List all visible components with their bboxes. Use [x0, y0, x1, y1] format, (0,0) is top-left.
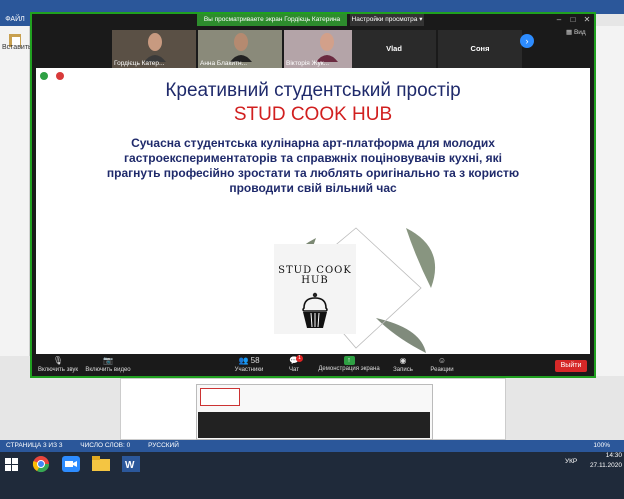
view-toggle-label: Вид — [573, 29, 586, 36]
chrome-icon[interactable] — [32, 455, 50, 473]
paste-button-label[interactable]: Вставить — [2, 44, 32, 51]
share-label: Демонстрация экрана — [318, 366, 380, 372]
zoom-meeting-window: Вы просматриваете экран Гордієць Катерин… — [30, 12, 596, 378]
windows-start-icon[interactable] — [5, 458, 19, 472]
reactions-label: Реакции — [430, 367, 454, 373]
status-words[interactable]: ЧИСЛО СЛОВ: 0 — [80, 442, 130, 449]
smiley-icon: ☺ — [437, 356, 447, 365]
chat-badge: 1 — [296, 355, 303, 362]
participant-name: Вікторія Жук... — [286, 60, 330, 67]
embedded-slide-thumbnail — [200, 388, 240, 406]
share-screen-button[interactable]: ↑ Демонстрация экрана — [316, 356, 382, 372]
participants-icon: 👥 — [238, 356, 249, 365]
meeting-toolbar: 🎙 Включить звук 📷 Включить видео 👥 58 Участ… — [32, 354, 594, 376]
embedded-zoom-toolbar — [198, 412, 430, 438]
word-ribbon-right — [596, 26, 624, 376]
svg-text:W: W — [125, 460, 135, 471]
minimize-icon[interactable]: – — [552, 14, 566, 26]
participants-button[interactable]: 👥 58 Участники — [228, 356, 270, 373]
chevron-right-icon[interactable]: › — [520, 34, 534, 48]
reactions-button[interactable]: ☺ Реакции — [428, 356, 456, 373]
word-status-bar: СТРАНИЦА 3 ИЗ 3 ЧИСЛО СЛОВ: 0 РУССКИЙ 10… — [0, 440, 624, 452]
participant-thumbnails: Гордієць Катер... Анна Блакитн... Віктор… — [32, 26, 594, 68]
logo-line-2: HUB — [301, 275, 329, 286]
microphone-muted-icon: 🎙 — [52, 356, 64, 365]
view-options-button[interactable]: Настройки просмотра ▾ — [350, 14, 424, 26]
participant-tile[interactable]: Соня — [438, 30, 522, 68]
participants-count: 58 — [250, 356, 260, 365]
status-zoom[interactable]: 100% — [593, 440, 610, 452]
participant-video-icon — [316, 33, 338, 62]
participant-name: Анна Блакитн... — [200, 60, 247, 67]
windows-taskbar: W УКР 14:30 27.11.2020 — [0, 452, 624, 499]
zoom-app-icon[interactable] — [62, 456, 80, 472]
video-button[interactable]: 📷 Включить видео — [82, 356, 134, 373]
chat-label: Чат — [289, 367, 299, 373]
share-screen-icon: ↑ — [343, 356, 355, 365]
chevron-down-icon: ▾ — [419, 16, 423, 23]
shared-slide: Креативний студентський простір STUD COO… — [36, 68, 590, 354]
record-icon: ◉ — [399, 356, 407, 365]
share-status-icon — [40, 72, 48, 80]
view-toggle[interactable]: ▦ Вид — [566, 28, 586, 36]
ribbon-tab-file[interactable]: ФАЙЛ — [0, 14, 30, 26]
slide-title: Креативний студентський простір — [165, 80, 461, 101]
participant-tile[interactable]: Vlad — [352, 30, 436, 68]
leave-button[interactable]: Выйти — [555, 360, 587, 372]
view-options-label: Настройки просмотра — [351, 16, 418, 23]
slide-description: Сучасна студентська кулінарна арт-платфо… — [106, 136, 520, 195]
participant-name: Гордієць Катер... — [114, 60, 165, 67]
participant-video-icon — [144, 33, 166, 62]
participant-tile[interactable]: Анна Блакитн... — [198, 30, 282, 68]
word-ribbon-left — [0, 26, 30, 356]
status-language[interactable]: РУССКИЙ — [148, 442, 179, 449]
tray-date[interactable]: 27.11.2020 — [582, 462, 622, 469]
mute-button[interactable]: 🎙 Включить звук — [36, 356, 80, 373]
camera-off-icon: 📷 — [103, 356, 113, 365]
record-status-icon — [56, 72, 64, 80]
record-button[interactable]: ◉ Запись — [390, 356, 416, 373]
participant-name: Соня — [470, 44, 490, 53]
record-label: Запись — [393, 367, 413, 373]
video-label: Включить видео — [85, 367, 131, 373]
participant-video-icon — [230, 33, 252, 62]
tray-time[interactable]: 14:30 — [590, 452, 622, 459]
word-app-icon[interactable]: W — [122, 456, 140, 472]
close-icon[interactable]: ✕ — [580, 14, 594, 26]
status-page[interactable]: СТРАНИЦА 3 ИЗ 3 — [6, 442, 62, 449]
cupcake-icon — [302, 292, 328, 328]
participant-name: Vlad — [386, 44, 402, 53]
participants-label: Участники — [234, 367, 264, 373]
maximize-icon[interactable]: □ — [566, 14, 580, 26]
participant-tile[interactable]: Гордієць Катер... — [112, 30, 196, 68]
screen-share-banner: Вы просматриваете экран Гордієць Катерин… — [197, 14, 347, 26]
logo-text: STUD COOK HUB — [274, 266, 356, 286]
file-explorer-icon[interactable] — [92, 456, 110, 472]
mute-label: Включить звук — [37, 367, 78, 373]
slide-subtitle: STUD COOK HUB — [233, 104, 393, 125]
tray-language[interactable]: УКР — [565, 458, 577, 465]
grid-icon: ▦ — [566, 29, 573, 36]
